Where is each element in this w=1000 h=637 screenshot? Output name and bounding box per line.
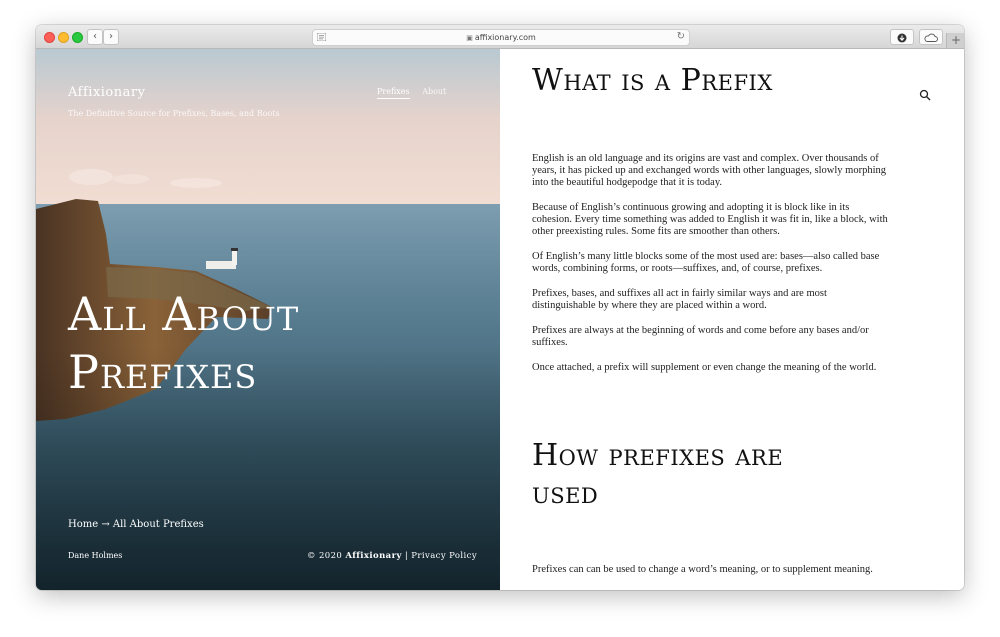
page-title: All About Prefixes [68, 287, 300, 399]
paragraph: English is an old language and its origi… [532, 153, 887, 188]
minimize-window-button[interactable] [58, 32, 69, 43]
search-icon[interactable] [919, 89, 931, 101]
paragraph: Prefixes are always at the beginning of … [532, 325, 869, 348]
cloud-icon [924, 33, 938, 42]
paragraph: Prefixes can can be used to change a wor… [532, 564, 873, 575]
download-icon [897, 33, 907, 43]
close-window-button[interactable] [44, 32, 55, 43]
new-tab-button[interactable]: + [946, 33, 964, 48]
copyright-notice: © 2020 Affixionary | Privacy Policy [307, 551, 477, 561]
site-tagline: The Definitive Source for Prefixes, Base… [68, 109, 280, 118]
back-button[interactable]: ‹ [87, 29, 103, 45]
nav-link-prefixes[interactable]: Prefixes [377, 87, 410, 99]
forward-button[interactable]: › [103, 29, 119, 45]
section-heading-what-is-a-prefix: What is a Prefix [532, 63, 773, 98]
nav-link-about[interactable]: About [422, 87, 446, 96]
icloud-tabs-button[interactable] [919, 29, 943, 45]
copyright-separator: | [404, 551, 409, 561]
copyright-brand: Affixionary [345, 551, 402, 561]
paragraph: Of English’s many little blocks some of … [532, 251, 880, 274]
privacy-policy-link[interactable]: Privacy Policy [411, 551, 477, 561]
main-nav: Prefixes About [377, 87, 456, 99]
lock-icon: ▣ [466, 34, 473, 42]
downloads-button[interactable] [890, 29, 914, 45]
section-heading-how-prefixes-are-used: How prefixes are used [532, 438, 784, 511]
browser-window: ‹ › ▣ affixionary.com ↻ + Affixionary Th… [36, 25, 964, 590]
paragraph: Prefixes, bases, and suffixes all act in… [532, 288, 827, 311]
article-body: English is an old language and its origi… [532, 153, 888, 387]
paragraph: Because of English’s continuous growing … [532, 202, 888, 237]
url-text: affixionary.com [474, 33, 536, 42]
breadcrumb[interactable]: Home → All About Prefixes [68, 519, 204, 530]
reload-icon[interactable]: ↻ [677, 30, 685, 44]
browser-toolbar: ‹ › ▣ affixionary.com ↻ + [36, 25, 964, 49]
article-content: What is a Prefix English is an old langu… [500, 49, 964, 590]
author-name: Dane Holmes [68, 551, 123, 560]
paragraph: Once attached, a prefix will supplement … [532, 362, 877, 373]
chevron-right-icon: › [109, 31, 113, 42]
hero-panel: Affixionary The Definitive Source for Pr… [36, 49, 500, 590]
chevron-left-icon: ‹ [93, 31, 97, 42]
address-bar[interactable]: ▣ affixionary.com ↻ [312, 29, 690, 46]
site-logo[interactable]: Affixionary [68, 85, 145, 100]
zoom-window-button[interactable] [72, 32, 83, 43]
copyright-year: © 2020 [307, 551, 343, 561]
